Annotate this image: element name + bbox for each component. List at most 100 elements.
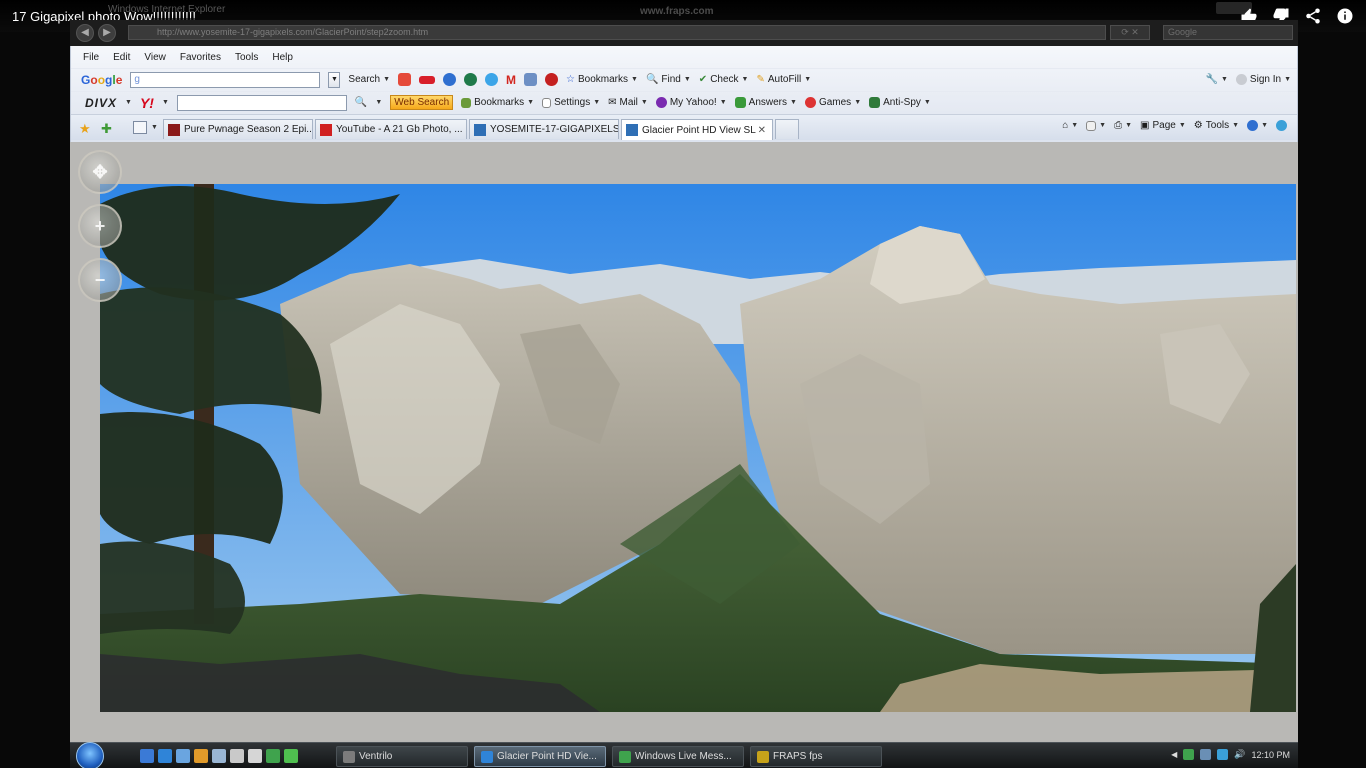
settings-button[interactable]: Settings ▼: [542, 97, 600, 108]
tab-favicon: [320, 123, 332, 136]
wrench-button[interactable]: 🔧 ▼: [1206, 74, 1228, 85]
taskbar-item-fraps[interactable]: FRAPS fps: [750, 746, 882, 767]
quicklaunch-desktop-icon[interactable]: [140, 749, 154, 763]
my-yahoo-button[interactable]: My Yahoo! ▼: [655, 97, 727, 108]
share-icon[interactable]: [1304, 7, 1322, 25]
news-icon[interactable]: [398, 73, 412, 86]
wrench-icon: 🔧: [1205, 74, 1218, 85]
clock[interactable]: 12:10 PM: [1251, 750, 1290, 760]
add-favorites-icon[interactable]: ✚: [101, 121, 112, 137]
autofill-button[interactable]: ✎ AutoFill ▼: [756, 74, 811, 85]
tab-glacier-point[interactable]: Glacier Point HD View SL ✕: [621, 119, 773, 140]
menu-view[interactable]: View: [144, 52, 166, 63]
tab-youtube[interactable]: YouTube - A 21 Gb Photo, ...: [315, 119, 467, 139]
chat-icon[interactable]: [485, 73, 499, 86]
quicklaunch-ie-icon[interactable]: [158, 749, 172, 763]
address-bar[interactable]: http://www.yosemite-17-gigapixels.com/Gl…: [128, 25, 1106, 40]
quicklaunch-green-icon[interactable]: [284, 749, 298, 763]
google-bookmarks-button[interactable]: ☆ Bookmarks ▼: [566, 74, 638, 85]
back-button[interactable]: ◀: [76, 24, 94, 42]
popup-blocker-icon[interactable]: [419, 75, 436, 84]
google-bookmarks-label: Bookmarks: [578, 74, 629, 85]
yahoo-search-input[interactable]: [176, 94, 347, 111]
divx-logo[interactable]: DIVX: [85, 96, 117, 110]
volume-icon[interactable]: 🔊: [1234, 749, 1245, 760]
find-button[interactable]: 🔍 Find ▼: [646, 74, 691, 85]
zoom-out-icon: −: [94, 270, 106, 290]
research-button[interactable]: [1276, 120, 1287, 131]
home-button[interactable]: ⌂ ▼: [1062, 120, 1078, 131]
start-button[interactable]: [76, 742, 104, 768]
quicklaunch-explorer-icon[interactable]: [176, 749, 190, 763]
tray-expand-icon[interactable]: ◀: [1171, 750, 1177, 759]
tray-app-icon[interactable]: [1217, 749, 1229, 760]
tab-yosemite[interactable]: YOSEMITE-17-GIGAPIXELS: [469, 119, 619, 139]
google-search-button[interactable]: Search ▼: [348, 74, 390, 85]
globe-icon[interactable]: [443, 73, 457, 86]
tools-menu-button[interactable]: ⚙ Tools ▼: [1194, 120, 1239, 131]
yahoo-bookmarks-button[interactable]: Bookmarks ▼: [461, 97, 534, 108]
pan-control[interactable]: ✥: [78, 150, 122, 194]
refresh-stop-buttons[interactable]: ⟳ ✕: [1110, 25, 1150, 40]
web-search-button[interactable]: Web Search: [390, 95, 454, 110]
menu-edit[interactable]: Edit: [113, 52, 130, 63]
quicklaunch-window-icon[interactable]: [230, 749, 244, 763]
feeds-button[interactable]: ▼: [1086, 120, 1106, 131]
menu-file[interactable]: File: [83, 52, 99, 63]
games-button[interactable]: Games ▼: [804, 97, 861, 108]
close-tab-icon[interactable]: ✕: [758, 125, 766, 136]
quick-tabs-icon[interactable]: [133, 121, 147, 134]
gmail-icon[interactable]: M: [506, 73, 516, 87]
tab-favicon: [474, 123, 486, 136]
blocked-icon[interactable]: [545, 73, 559, 86]
taskbar-item-messenger[interactable]: Windows Live Mess...: [612, 746, 744, 767]
menu-favorites[interactable]: Favorites: [180, 52, 221, 63]
spellcheck-button[interactable]: ✔ Check ▼: [699, 74, 749, 85]
menu-help[interactable]: Help: [272, 52, 293, 63]
taskbar-item-ventrilo[interactable]: Ventrilo: [336, 746, 468, 767]
anti-spy-button[interactable]: Anti-Spy ▼: [869, 97, 931, 108]
tray-messenger-icon[interactable]: [1183, 749, 1195, 760]
google-search-label: Search: [348, 74, 381, 85]
page-menu-button[interactable]: ▣ Page ▼: [1140, 120, 1186, 131]
tab-favicon: [168, 123, 180, 136]
quicklaunch-app-icon[interactable]: [212, 749, 226, 763]
search-box[interactable]: Google: [1163, 25, 1293, 40]
favorites-star-icon[interactable]: ★: [79, 121, 91, 137]
page-icon: ▣: [1140, 120, 1150, 131]
answers-button[interactable]: Answers ▼: [734, 97, 797, 108]
help-button[interactable]: ▼: [1247, 120, 1268, 131]
quicklaunch-doc-icon[interactable]: [248, 749, 262, 763]
autofill-icon: ✎: [756, 74, 765, 85]
menu-tools[interactable]: Tools: [235, 52, 258, 63]
sign-in-button[interactable]: Sign In ▼: [1235, 74, 1291, 85]
star-icon: ☆: [566, 74, 575, 85]
research-icon: [1276, 120, 1287, 131]
forward-button[interactable]: ▶: [98, 24, 116, 42]
gigapixel-panorama[interactable]: [100, 184, 1296, 712]
share-toolbar-icon[interactable]: [524, 73, 538, 86]
info-icon[interactable]: [1336, 7, 1354, 25]
tray-network-icon[interactable]: [1200, 749, 1212, 760]
google-search-input[interactable]: g: [130, 71, 321, 88]
taskbar-item-glacier-point[interactable]: Glacier Point HD Vie...: [474, 746, 606, 767]
sign-in-label: Sign In: [1249, 74, 1282, 85]
new-tab-button[interactable]: [775, 119, 799, 139]
zoom-in-control[interactable]: +: [78, 204, 122, 248]
ie-icon: [481, 750, 493, 763]
mail-button[interactable]: ✉ Mail ▼: [608, 97, 648, 108]
anti-spy-label: Anti-Spy: [883, 97, 921, 108]
tab-pure-pwnage[interactable]: Pure Pwnage Season 2 Epi...: [163, 119, 313, 139]
home-icon: ⌂: [1062, 120, 1069, 131]
yosemite-panorama-image[interactable]: [100, 184, 1296, 712]
magnifier-icon[interactable]: 🔍: [355, 97, 367, 108]
quicklaunch-messenger-icon[interactable]: [266, 749, 280, 763]
earth-icon[interactable]: [464, 73, 478, 86]
quicklaunch-media-icon[interactable]: [194, 749, 208, 763]
shield-icon: [869, 97, 881, 108]
print-button[interactable]: ⎙ ▼: [1114, 120, 1132, 131]
tab-favicon: [626, 124, 638, 136]
yahoo-logo[interactable]: Y!: [140, 95, 154, 111]
google-search-dropdown[interactable]: ▼: [328, 71, 341, 88]
zoom-out-control[interactable]: −: [78, 258, 122, 302]
